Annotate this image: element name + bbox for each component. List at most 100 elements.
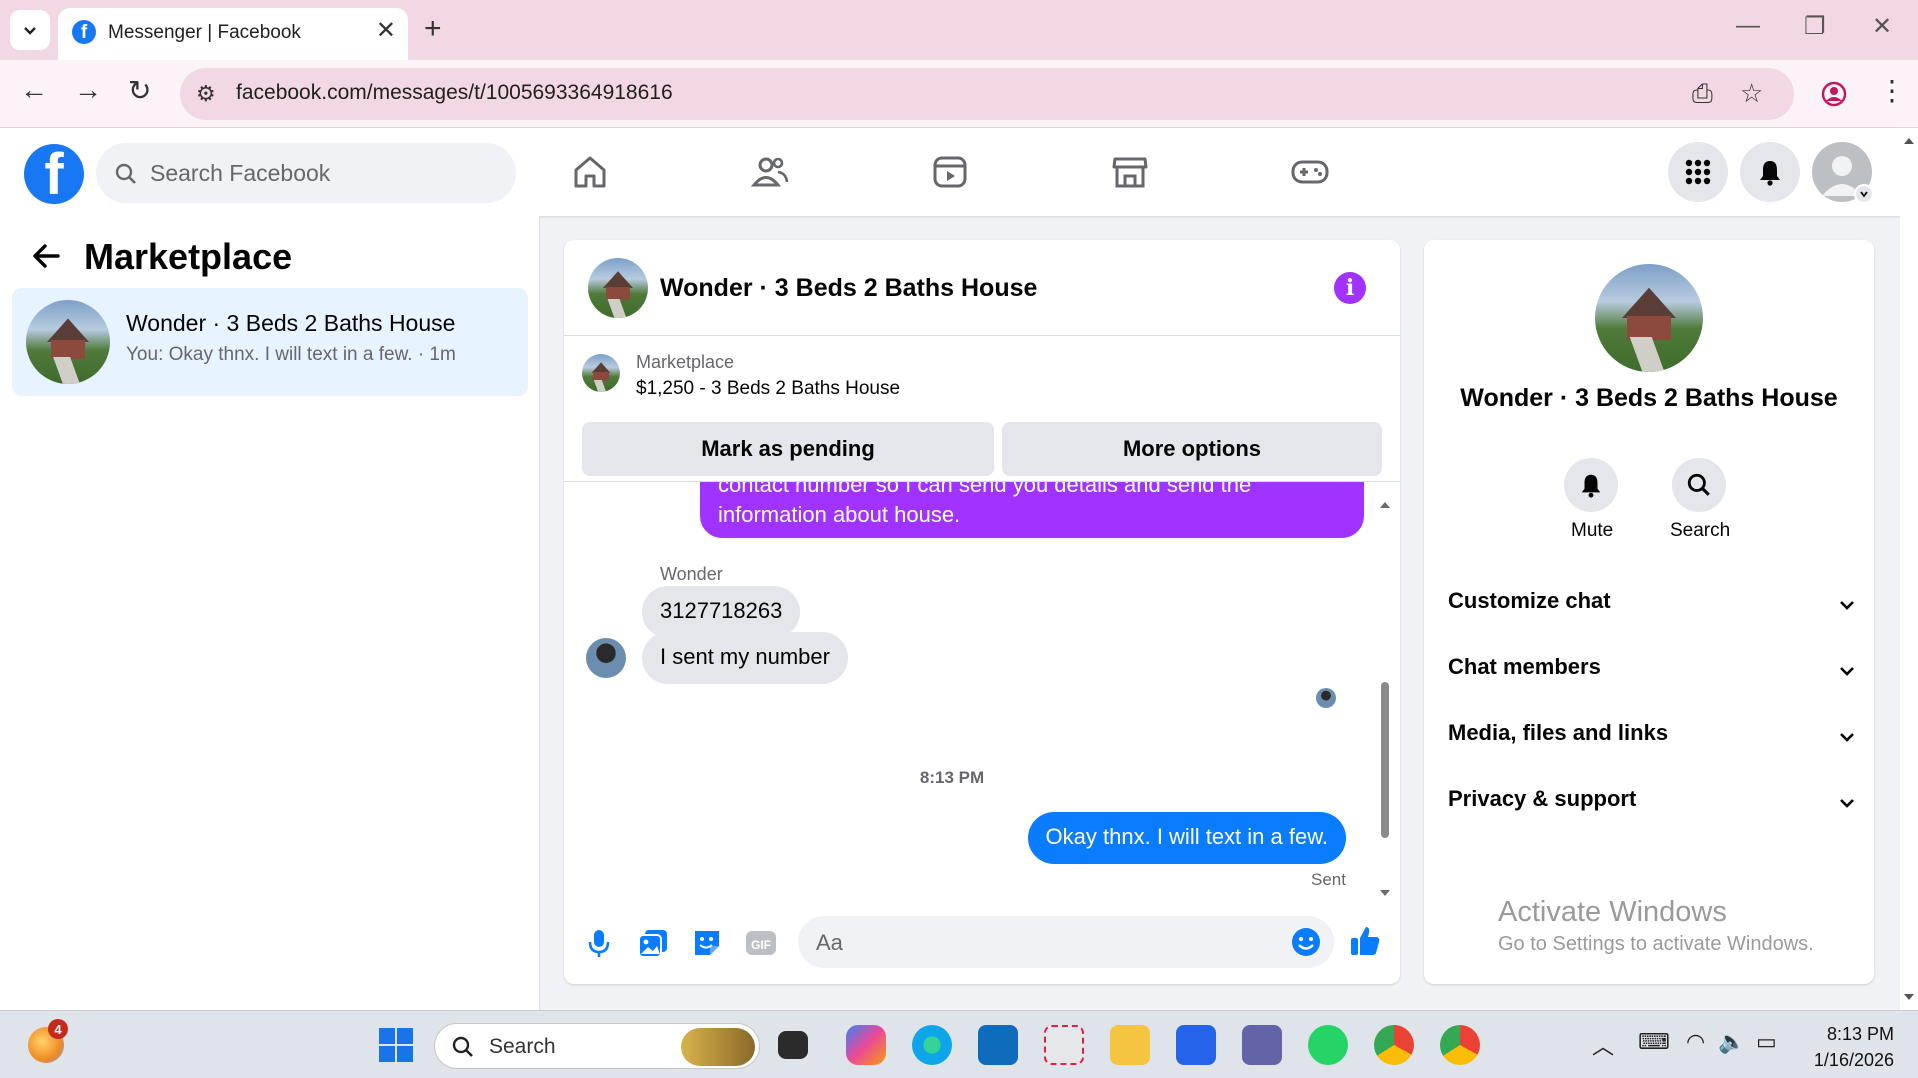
site-info-icon[interactable]: ⚙ — [196, 81, 216, 107]
forward-icon[interactable]: → — [74, 74, 102, 106]
outlook-icon[interactable] — [978, 1025, 1018, 1065]
facebook-logo-icon[interactable]: f — [24, 144, 84, 204]
chat-header: Wonder · 3 Beds 2 Baths House i — [564, 240, 1400, 336]
message-text: contact number so I can send you details… — [718, 482, 1252, 497]
message-input[interactable] — [816, 928, 1256, 958]
conversation-list-item[interactable]: Wonder · 3 Beds 2 Baths House You: Okay … — [12, 288, 528, 396]
facebook-search-input[interactable] — [150, 157, 490, 189]
emoji-icon[interactable] — [1290, 926, 1322, 958]
microphone-icon[interactable] — [582, 926, 616, 960]
gaming-icon[interactable] — [1290, 152, 1330, 192]
gif-icon[interactable]: GIF — [744, 926, 778, 960]
chat-avatar[interactable] — [588, 258, 648, 318]
account-chevron-icon[interactable] — [1854, 184, 1874, 204]
privacy-support-section[interactable]: Privacy & support — [1448, 786, 1858, 826]
photo-icon[interactable] — [636, 926, 670, 960]
search-label: Search — [1670, 520, 1731, 541]
listing-thumbnail — [26, 300, 110, 384]
minimize-icon[interactable]: — — [1736, 12, 1760, 40]
notifications-button[interactable] — [1740, 142, 1800, 202]
new-tab-icon[interactable]: + — [424, 12, 442, 46]
customize-chat-section[interactable]: Customize chat — [1448, 588, 1858, 628]
mute-label: Mute — [1571, 520, 1614, 541]
message-text: information about house. — [718, 502, 961, 527]
more-options-button[interactable]: More options — [1002, 422, 1382, 476]
thumbs-up-icon[interactable] — [1348, 924, 1382, 958]
tab-search-button[interactable] — [10, 10, 50, 50]
section-label: Customize chat — [1448, 588, 1611, 613]
address-bar-row: ← → ↻ ⚙ facebook.com/messages/t/10056933… — [0, 60, 1918, 128]
search-icon — [452, 1036, 473, 1057]
windows-start-icon[interactable] — [378, 1027, 414, 1063]
edge-icon[interactable] — [912, 1025, 952, 1065]
section-label: Media, files and links — [1448, 720, 1669, 745]
clock-time: 8:13 PM — [1826, 1024, 1894, 1044]
back-icon[interactable]: ← — [20, 74, 48, 106]
message-bubble-outgoing: Okay thnx. I will text in a few. — [1027, 812, 1346, 864]
video-icon[interactable] — [930, 152, 970, 192]
chat-title[interactable]: Wonder · 3 Beds 2 Baths House — [660, 274, 1037, 303]
search-conversation-button[interactable] — [1672, 458, 1726, 512]
wifi-icon[interactable]: ◠ — [1686, 1029, 1705, 1055]
install-app-icon[interactable]: ⎙ — [1692, 78, 1713, 110]
bookmark-star-icon[interactable]: ☆ — [1740, 78, 1763, 109]
media-files-links-section[interactable]: Media, files and links — [1448, 720, 1858, 760]
message-timestamp: 8:13 PM — [919, 768, 985, 787]
chrome-profile-icon[interactable] — [1440, 1025, 1480, 1065]
marketplace-icon[interactable] — [1110, 152, 1150, 192]
browser-tab-bar: f Messenger | Facebook ✕ + — ❐ ✕ — [0, 0, 1918, 60]
page-scrollbar[interactable] — [1900, 128, 1918, 1010]
search-icon — [115, 163, 136, 184]
restore-icon[interactable]: ❐ — [1804, 12, 1826, 41]
back-arrow-icon[interactable] — [28, 238, 64, 274]
battery-icon[interactable]: ▭ — [1756, 1029, 1777, 1055]
svg-text:GIF: GIF — [751, 938, 771, 952]
message-input-box[interactable] — [798, 916, 1334, 968]
search-icon — [1687, 473, 1710, 496]
sticker-icon[interactable] — [690, 926, 724, 960]
info-icon[interactable]: i — [1334, 272, 1366, 304]
taskbar-search[interactable]: Search — [434, 1023, 760, 1069]
message-composer: GIF — [564, 902, 1400, 984]
show-hidden-icons-icon[interactable]: ︿ — [1592, 1029, 1614, 1061]
chat-members-section[interactable]: Chat members — [1448, 654, 1858, 694]
bell-icon — [1581, 474, 1601, 498]
facebook-search[interactable] — [96, 143, 516, 203]
listing-price[interactable]: $1,250 - 3 Beds 2 Baths House — [636, 378, 900, 400]
menu-grid-button[interactable] — [1668, 142, 1728, 202]
file-explorer-icon[interactable] — [1110, 1025, 1150, 1065]
close-tab-icon[interactable]: ✕ — [376, 16, 396, 45]
task-view-icon[interactable] — [778, 1031, 808, 1059]
reload-icon[interactable]: ↻ — [128, 74, 151, 107]
copilot-icon[interactable] — [846, 1025, 886, 1065]
mute-button[interactable] — [1564, 458, 1618, 512]
details-avatar[interactable] — [1595, 264, 1703, 372]
browser-tab[interactable]: f Messenger | Facebook ✕ — [58, 8, 408, 60]
conversation-name: Wonder · 3 Beds 2 Baths House — [126, 310, 456, 336]
tab-title: Messenger | Facebook — [108, 22, 301, 43]
microsoft-store-icon[interactable] — [1176, 1025, 1216, 1065]
menu-dots-icon[interactable]: ⋮ — [1878, 74, 1906, 107]
volume-icon[interactable]: 🔈 — [1718, 1029, 1745, 1055]
details-name: Wonder · 3 Beds 2 Baths House — [1460, 384, 1838, 412]
home-icon[interactable] — [570, 152, 610, 192]
close-window-icon[interactable]: ✕ — [1872, 12, 1892, 41]
omnibox[interactable]: ⚙ facebook.com/messages/t/10056933649186… — [180, 68, 1794, 120]
message-bubble-incoming: I sent my number — [642, 632, 848, 684]
system-clock[interactable]: 8:13 PM 1/16/2026 — [1814, 1021, 1894, 1073]
sender-avatar[interactable] — [586, 638, 626, 678]
message-scrollbar[interactable] — [1378, 490, 1392, 910]
keyboard-icon[interactable]: ⌨ — [1638, 1029, 1670, 1055]
mark-as-pending-button[interactable]: Mark as pending — [582, 422, 994, 476]
read-receipt-avatar — [1316, 688, 1336, 708]
friends-icon[interactable] — [750, 152, 790, 192]
profile-icon[interactable] — [1820, 80, 1848, 108]
marketplace-listing-banner: Marketplace $1,250 - 3 Beds 2 Baths Hous… — [564, 336, 1400, 482]
snipping-tool-icon[interactable] — [1044, 1025, 1084, 1065]
url-text[interactable]: facebook.com/messages/t/1005693364918616 — [236, 81, 673, 105]
chrome-icon[interactable] — [1374, 1025, 1414, 1065]
listing-small-thumbnail[interactable] — [582, 354, 620, 392]
bell-icon — [1760, 161, 1780, 186]
whatsapp-icon[interactable] — [1308, 1025, 1348, 1065]
teams-icon[interactable] — [1242, 1025, 1282, 1065]
